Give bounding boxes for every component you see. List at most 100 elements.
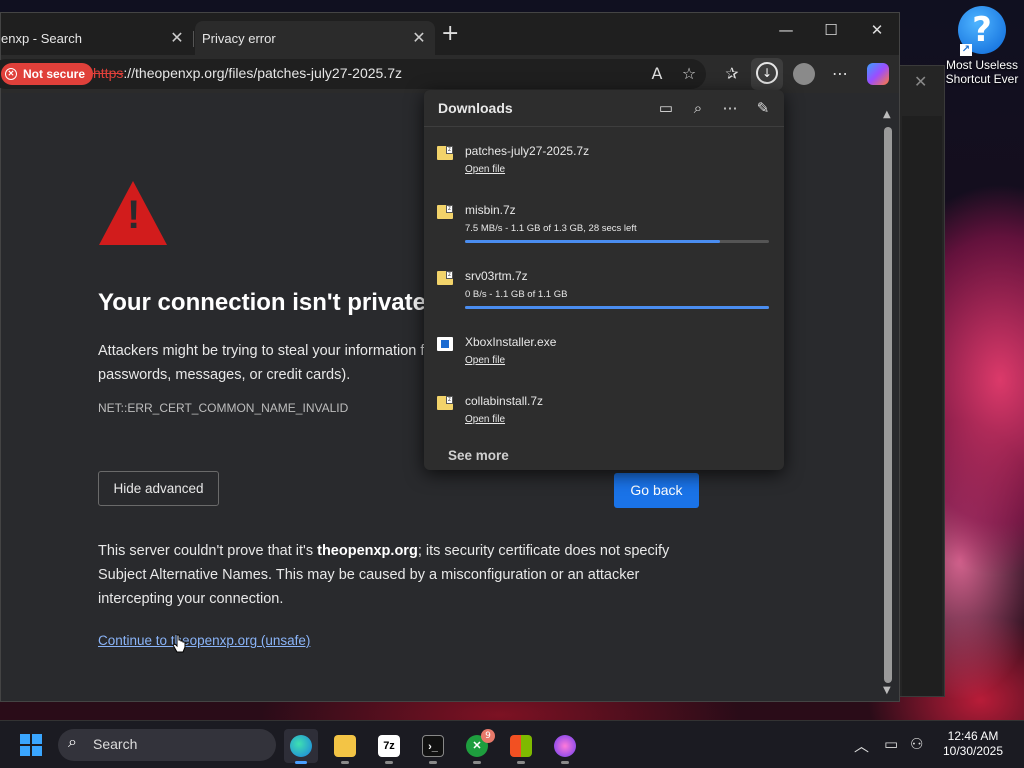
shortcut-arrow-icon: ↗ xyxy=(960,44,972,56)
download-filename: misbin.7z xyxy=(465,203,516,217)
maximize-button[interactable]: ☐ xyxy=(816,21,846,39)
network-icon[interactable]: ⚇ xyxy=(910,735,923,753)
see-more-link[interactable]: See more xyxy=(448,448,509,463)
archive-file-icon: z xyxy=(437,146,453,160)
taskbar-search-box[interactable]: ⌕ Search xyxy=(58,729,276,761)
background-window[interactable]: ✕ xyxy=(895,65,945,697)
running-indicator xyxy=(561,761,569,764)
favorite-star-icon[interactable]: ☆ xyxy=(678,63,700,85)
windows-start-icon[interactable] xyxy=(20,734,42,756)
display-icon[interactable]: ▭ xyxy=(884,735,898,753)
desktop-shortcut-label: Most Useless Shortcut Ever xyxy=(945,58,1019,86)
chevron-up-icon[interactable]: ︿ xyxy=(854,735,869,756)
download-status: 0 B/s - 1.1 GB of 1.1 GB xyxy=(465,289,568,300)
profile-button[interactable] xyxy=(793,63,815,85)
clock-time: 12:46 AM xyxy=(947,729,999,743)
open-file-link[interactable]: Open file xyxy=(465,355,505,366)
tab-privacy-error[interactable]: Privacy error ✕ xyxy=(195,21,435,55)
close-tab-icon[interactable]: ✕ xyxy=(169,28,185,48)
download-icon: ↓ xyxy=(756,62,778,84)
divider xyxy=(424,126,784,127)
continue-unsafe-link[interactable]: Continue to theopenxp.org (unsafe) xyxy=(98,633,310,648)
open-file-link[interactable]: Open file xyxy=(465,164,505,175)
edge-app-button[interactable] xyxy=(284,729,318,764)
executable-file-icon xyxy=(437,337,453,351)
store-icon xyxy=(510,735,532,757)
7zip-app-button[interactable]: 7z xyxy=(372,729,406,764)
scrollbar-thumb[interactable] xyxy=(884,127,892,683)
download-filename: patches-july27-2025.7z xyxy=(465,144,590,158)
more-options-icon[interactable]: ⋯ xyxy=(829,63,851,85)
progress-fill xyxy=(465,240,721,243)
not-secure-badge[interactable]: ✕ Not secure xyxy=(1,63,94,85)
terminal-icon: ›_ xyxy=(422,735,444,757)
folder-icon xyxy=(334,735,356,757)
xbox-app-button[interactable]: ✕ 9 xyxy=(460,729,495,764)
go-back-button[interactable]: Go back xyxy=(614,473,699,508)
url-path: ://theopenxp.org/files/patches-july27-20… xyxy=(123,65,402,81)
download-progress-bar xyxy=(465,306,769,309)
more-options-icon[interactable]: ⋯ xyxy=(719,98,741,120)
page-title: Your connection isn't private xyxy=(98,289,426,316)
background-window-panel xyxy=(902,116,942,696)
url-text[interactable]: https://theopenxp.org/files/patches-july… xyxy=(93,65,402,81)
archive-file-icon: z xyxy=(437,396,453,410)
close-icon[interactable]: ✕ xyxy=(914,72,927,91)
url-scheme: https xyxy=(93,65,124,81)
running-indicator xyxy=(295,761,307,764)
tab-search[interactable]: enxp - Search ✕ xyxy=(1,21,193,55)
running-indicator xyxy=(473,761,481,764)
running-indicator xyxy=(517,761,525,764)
new-tab-button[interactable]: + xyxy=(441,23,459,45)
7zip-icon: 7z xyxy=(378,735,400,757)
scroll-up-icon[interactable]: ▲ xyxy=(883,109,891,120)
hide-advanced-button[interactable]: Hide advanced xyxy=(98,471,219,506)
archive-file-icon: z xyxy=(437,205,453,219)
terminal-app-button[interactable]: ›_ xyxy=(416,729,450,764)
download-status: 7.5 MB/s - 1.1 GB of 1.3 GB, 28 secs lef… xyxy=(465,223,637,234)
tab-strip: enxp - Search ✕ Privacy error ✕ + — ☐ ✕ xyxy=(1,13,899,55)
clock-date: 10/30/2025 xyxy=(942,744,1004,758)
open-folder-icon[interactable]: ▭ xyxy=(655,98,677,120)
close-window-button[interactable]: ✕ xyxy=(862,21,892,39)
store-app-button[interactable] xyxy=(504,729,538,764)
warning-triangle-icon: ! xyxy=(99,181,167,245)
copilot-button[interactable] xyxy=(867,63,889,85)
browser-toolbar: ✕ Not secure https://theopenxp.org/files… xyxy=(0,55,899,93)
page-scrollbar[interactable]: ▲ ▼ xyxy=(881,109,895,699)
tab-divider xyxy=(193,31,194,47)
system-clock[interactable]: 12:46 AM 10/30/2025 xyxy=(938,729,1008,759)
scroll-down-icon[interactable]: ▼ xyxy=(883,685,891,696)
tab-label: enxp - Search xyxy=(1,30,82,46)
paint-icon xyxy=(554,735,576,757)
edge-icon xyxy=(290,735,312,757)
copilot-icon xyxy=(867,63,889,85)
desktop-shortcut[interactable]: ? ↗ Most Useless Shortcut Ever xyxy=(940,6,1024,86)
intro-text: Attackers might be trying to steal your … xyxy=(98,343,430,383)
error-icon: ✕ xyxy=(5,68,17,80)
running-indicator xyxy=(385,761,393,764)
downloads-button[interactable]: ↓ xyxy=(751,58,783,90)
favorites-icon[interactable]: ✰ xyxy=(721,63,743,85)
downloads-title: Downloads xyxy=(438,100,513,116)
progress-fill xyxy=(465,306,769,309)
address-bar[interactable]: ✕ Not secure https://theopenxp.org/files… xyxy=(0,59,706,89)
avatar xyxy=(793,63,815,85)
tab-label: Privacy error xyxy=(202,30,276,46)
download-progress-bar xyxy=(465,240,769,243)
running-indicator xyxy=(341,761,349,764)
minimize-button[interactable]: — xyxy=(771,21,801,39)
read-aloud-icon[interactable]: A xyxy=(646,63,668,85)
running-indicator xyxy=(429,761,437,764)
search-icon: ⌕ xyxy=(68,734,77,751)
close-tab-icon[interactable]: ✕ xyxy=(411,28,427,48)
open-file-link[interactable]: Open file xyxy=(465,414,505,425)
file-explorer-app-button[interactable] xyxy=(328,729,362,764)
download-filename: XboxInstaller.exe xyxy=(465,335,557,349)
paint-app-button[interactable] xyxy=(548,729,582,764)
pin-icon[interactable]: ✎ xyxy=(752,98,774,120)
archive-file-icon: z xyxy=(437,271,453,285)
search-icon[interactable]: ⌕ xyxy=(687,98,709,120)
downloads-panel: Downloads ▭ ⌕ ⋯ ✎ z patches-july27-2025.… xyxy=(424,90,784,470)
notification-badge: 9 xyxy=(481,729,495,743)
